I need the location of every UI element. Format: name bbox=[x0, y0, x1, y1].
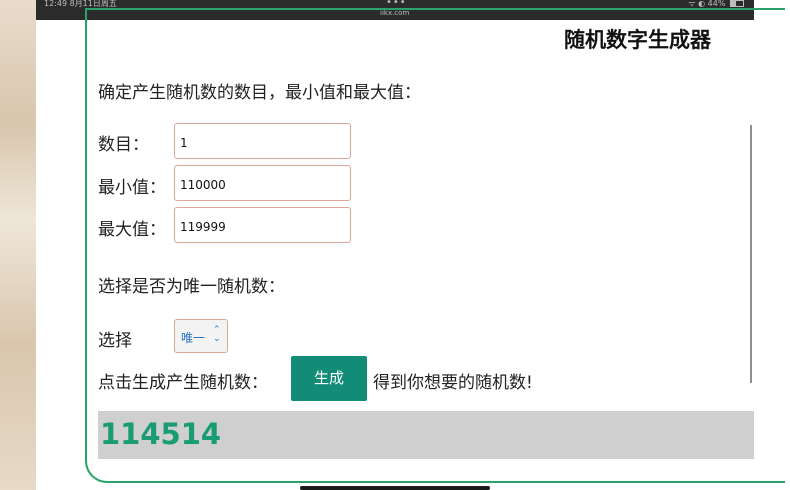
min-label: 最小值： bbox=[98, 178, 166, 198]
chevron-updown-icon: ⌃ ⌄ bbox=[213, 325, 221, 344]
scrollbar[interactable] bbox=[750, 125, 752, 383]
generate-button[interactable]: 生成 bbox=[291, 356, 367, 401]
battery-level bbox=[731, 1, 737, 6]
background-blur-left bbox=[0, 0, 36, 490]
after-button-text: 得到你想要的随机数! bbox=[373, 373, 533, 393]
status-indicators: ᯤ ◐ 44% bbox=[688, 0, 744, 8]
unique-select[interactable]: 唯一 ⌃ ⌄ bbox=[174, 319, 228, 353]
max-label: 最大值： bbox=[98, 220, 166, 240]
click-prompt: 点击生成产生随机数： bbox=[98, 373, 268, 393]
status-time: 12:49 8月11日周五 bbox=[44, 0, 117, 8]
more-dots-icon[interactable]: ••• bbox=[386, 0, 407, 8]
intro-text: 确定产生随机数的数目，最小值和最大值： bbox=[98, 83, 421, 103]
web-page: 随机数字生成器 确定产生随机数的数目，最小值和最大值： 数目： 1 最小值： 1… bbox=[36, 8, 785, 490]
home-indicator[interactable] bbox=[300, 486, 490, 490]
result-value: 114514 bbox=[100, 417, 222, 451]
result-box: 114514 bbox=[98, 411, 754, 459]
count-label: 数目： bbox=[98, 135, 149, 155]
max-input[interactable]: 119999 bbox=[174, 207, 351, 243]
unique-section-label: 选择是否为唯一随机数： bbox=[98, 277, 285, 297]
min-input[interactable]: 110000 bbox=[174, 165, 351, 201]
status-indicator-text: ᯤ ◐ 44% bbox=[688, 0, 726, 8]
select-value: 唯一 bbox=[181, 331, 206, 345]
select-label: 选择 bbox=[98, 331, 132, 351]
battery-icon bbox=[730, 0, 744, 7]
page-title: 随机数字生成器 bbox=[564, 28, 711, 52]
count-input[interactable]: 1 bbox=[174, 123, 351, 159]
